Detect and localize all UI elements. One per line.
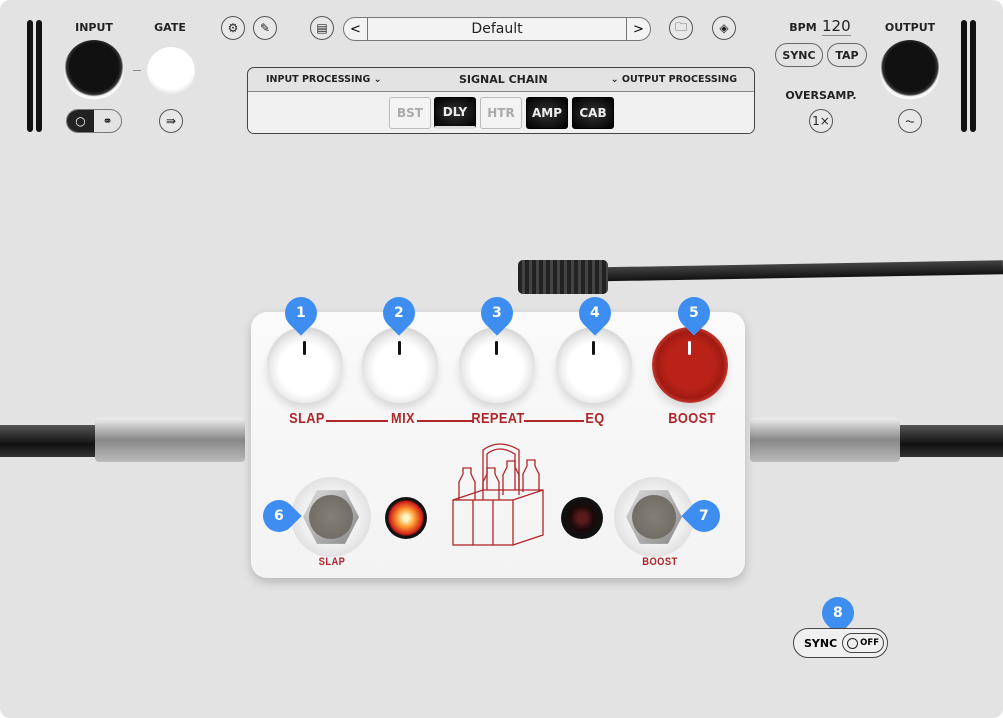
input-label: INPUT [75,21,113,34]
oversamp-button[interactable]: 1× [809,109,833,133]
module-htr[interactable]: HTR [480,97,522,129]
knob-slap[interactable] [267,327,343,403]
label-boost: BOOST [668,410,716,427]
oversamp-label: OVERSAMP. [785,89,857,102]
input-meter-right [36,20,42,132]
output-meter-right [970,20,976,132]
preset-save-icon[interactable]: ▤ [310,16,334,40]
sync-toggle[interactable]: SYNC OFF [793,628,888,658]
top-cable [559,260,1003,282]
footswitch-label-slap: SLAP [318,556,346,568]
signal-chain-title: SIGNAL CHAIN [459,73,548,86]
input-knob[interactable] [64,40,124,100]
knob-boost[interactable] [652,327,728,403]
output-knob[interactable] [880,40,940,100]
label-repeat: REPEAT [471,410,525,427]
top-jack-plug [518,260,608,294]
input-meter-left [27,20,33,132]
prev-preset-button[interactable]: < [344,18,368,40]
output-filter-icon[interactable]: ⏦ [898,109,922,133]
bpm-value[interactable]: 120 [822,17,851,36]
knob-repeat[interactable] [459,327,535,403]
right-jack-plug [750,418,900,462]
label-slap: SLAP [289,410,325,427]
gate-mode-icon[interactable]: ⇛ [159,109,183,133]
preset-selector: < Default > [343,17,651,41]
divider-line [417,420,473,422]
bpm-sync-button[interactable]: SYNC [775,43,823,67]
module-cab[interactable]: CAB [572,97,614,129]
sync-toggle-state: OFF [860,638,880,648]
preset-name[interactable]: Default [368,18,626,40]
module-dly[interactable]: DLY [434,97,476,129]
footswitch-label-boost: BOOST [642,556,678,568]
module-bst[interactable]: BST [389,97,431,129]
brand-logo-icon[interactable]: ◈ [712,16,736,40]
mono-stereo-toggle[interactable]: ○ ⚭ [66,109,122,133]
tap-button[interactable]: TAP [827,43,867,67]
output-label: OUTPUT [884,21,936,34]
milk-crate-logo [452,443,544,546]
divider-line [326,420,388,422]
sync-toggle-switch[interactable]: OFF [842,633,885,653]
gate-knob[interactable] [147,47,195,95]
led-boost-off [561,497,603,539]
divider-line [524,420,584,422]
output-processing-dropdown[interactable]: ⌄ OUTPUT PROCESSING [611,74,737,85]
footswitch-slap[interactable] [291,477,371,557]
plugin-window: INPUT GATE ○ ⚭ ⇛ ⚙ ✎ ▤ < Default > 🗀 ◈ I… [0,0,1003,718]
sync-toggle-label: SYNC [804,636,838,650]
gate-label: GATE [154,21,186,34]
bpm-label: BPM [789,21,817,34]
output-meter-left [961,20,967,132]
stereo-icon[interactable]: ⚭ [94,110,121,132]
wrench-icon[interactable]: ✎ [253,16,277,40]
toggle-knob-icon [847,637,859,649]
folder-icon[interactable]: 🗀 [669,16,693,40]
led-slap-on [385,497,427,539]
left-jack-plug [95,418,245,462]
label-eq: EQ [585,410,605,427]
knob-eq[interactable] [556,327,632,403]
label-mix: MIX [391,410,415,427]
next-preset-button[interactable]: > [626,18,650,40]
mono-icon[interactable]: ○ [67,110,94,132]
knob-mix[interactable] [362,327,438,403]
input-processing-dropdown[interactable]: INPUT PROCESSING ⌄ [266,74,382,85]
settings-gear-icon[interactable]: ⚙ [221,16,245,40]
module-amp[interactable]: AMP [526,97,568,129]
knob-link-dash [133,70,141,71]
